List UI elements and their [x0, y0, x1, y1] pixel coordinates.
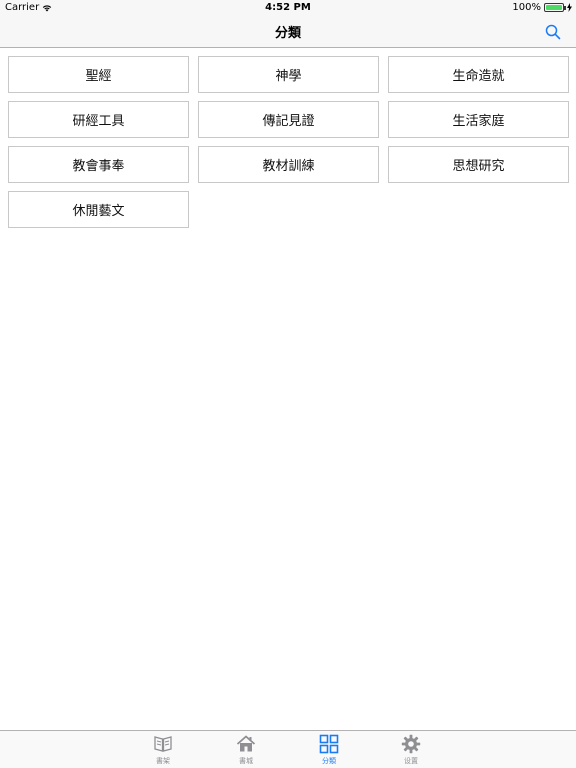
category-button[interactable]: 休閒藝文	[8, 191, 189, 228]
category-button[interactable]: 神學	[198, 56, 379, 93]
charging-icon	[567, 3, 572, 12]
page-title: 分類	[274, 26, 301, 41]
category-button[interactable]: 教會事奉	[8, 146, 189, 183]
category-grid: 聖經 神學 生命造就 研經工具 傳記見證 生活家庭 教會事奉 教材訓練 思想研究…	[8, 56, 569, 228]
grid-icon	[319, 734, 339, 754]
nav-bar: 分類	[0, 16, 576, 48]
tab-bookshelf[interactable]: 書架	[138, 734, 188, 768]
status-time: 4:52 PM	[265, 2, 311, 13]
category-button[interactable]: 聖經	[8, 56, 189, 93]
category-button[interactable]: 生命造就	[388, 56, 569, 93]
tab-label: 書架	[156, 757, 170, 765]
category-button[interactable]: 思想研究	[388, 146, 569, 183]
status-bar: Carrier 4:52 PM 100%	[0, 0, 576, 16]
category-button[interactable]: 傳記見證	[198, 101, 379, 138]
tab-settings[interactable]: 设置	[386, 734, 436, 768]
tab-label: 设置	[404, 757, 418, 765]
category-button[interactable]: 生活家庭	[388, 101, 569, 138]
tab-bookstore[interactable]: 書城	[221, 734, 271, 768]
battery-percent: 100%	[512, 2, 541, 13]
bookshelf-icon	[154, 736, 172, 752]
home-icon	[236, 735, 256, 752]
tab-label: 書城	[239, 757, 253, 765]
category-button[interactable]: 教材訓練	[198, 146, 379, 183]
gear-icon	[401, 734, 421, 754]
status-right: 100%	[512, 2, 572, 13]
tab-label: 分類	[322, 757, 336, 765]
tab-categories[interactable]: 分類	[304, 734, 354, 768]
category-button[interactable]: 研經工具	[8, 101, 189, 138]
battery-icon	[544, 3, 566, 12]
tab-bar: 書架 書城 分類 设置	[0, 730, 576, 768]
search-icon[interactable]	[544, 23, 562, 41]
